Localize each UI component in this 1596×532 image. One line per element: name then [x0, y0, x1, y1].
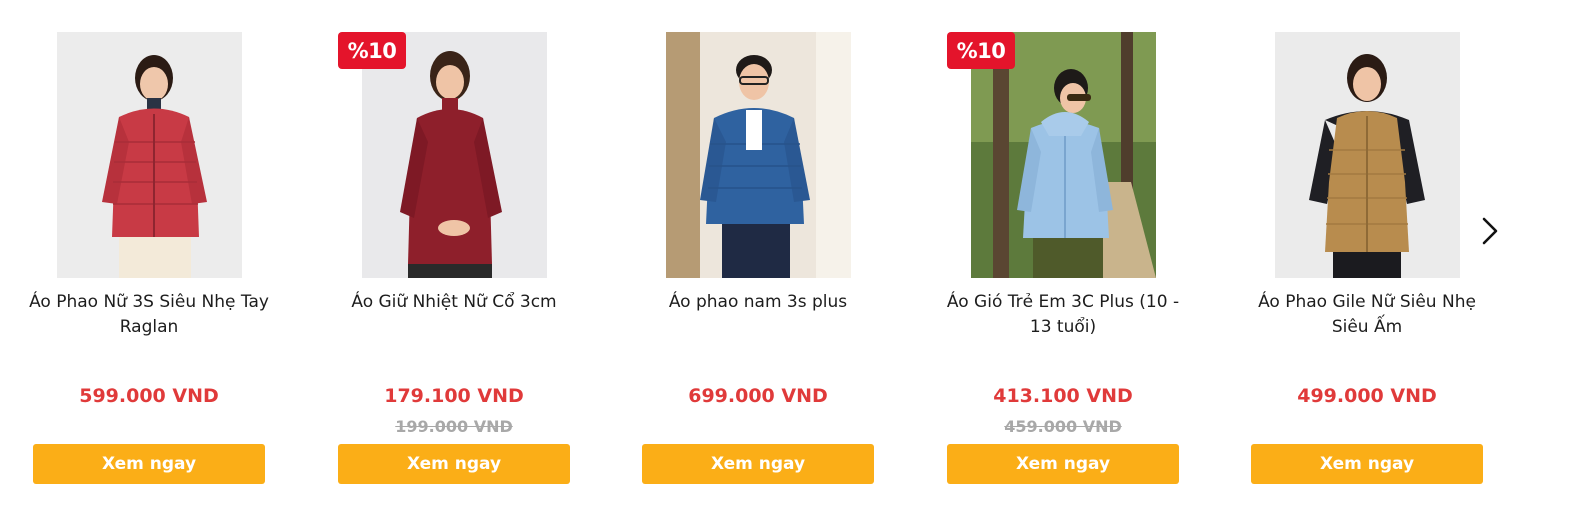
product-card[interactable]: Áo Phao Gile Nữ Siêu Nhẹ Siêu Ấm 499.000… — [1251, 0, 1483, 532]
view-now-button[interactable]: Xem ngay — [1251, 444, 1483, 484]
product-photo — [1275, 32, 1460, 278]
product-image[interactable] — [666, 32, 851, 278]
view-now-button[interactable]: Xem ngay — [642, 444, 874, 484]
view-now-button[interactable]: Xem ngay — [338, 444, 570, 484]
product-card[interactable]: %10 Áo Giữ Nhiệt Nữ Cổ 3cm 179.100 VND 1… — [338, 0, 570, 532]
view-now-button[interactable]: Xem ngay — [33, 444, 265, 484]
product-title[interactable]: Áo Phao Nữ 3S Siêu Nhẹ Tay Raglan — [27, 290, 271, 340]
product-price: 179.100 VND — [384, 385, 524, 407]
product-card[interactable]: %10 Áo Gió Trẻ Em 3C Plus (10 - 13 tuổi)… — [947, 0, 1179, 532]
carousel-next-button[interactable] — [1472, 212, 1506, 250]
product-price: 413.100 VND — [993, 385, 1133, 407]
product-original-price: 459.000 VND — [1004, 417, 1122, 436]
product-title[interactable]: Áo Phao Gile Nữ Siêu Nhẹ Siêu Ấm — [1245, 290, 1489, 340]
product-price: 699.000 VND — [688, 385, 828, 407]
product-image[interactable] — [57, 32, 242, 278]
discount-badge: %10 — [947, 32, 1015, 69]
product-price: 599.000 VND — [79, 385, 219, 407]
product-photo — [666, 32, 851, 278]
product-photo — [57, 32, 242, 278]
product-card[interactable]: Áo phao nam 3s plus 699.000 VND Xem ngay — [642, 0, 874, 532]
product-card[interactable]: Áo Phao Nữ 3S Siêu Nhẹ Tay Raglan 599.00… — [29, 0, 269, 532]
product-carousel: Áo Phao Nữ 3S Siêu Nhẹ Tay Raglan 599.00… — [0, 0, 1596, 532]
product-original-price: 199.000 VND — [395, 417, 513, 436]
chevron-right-icon — [1482, 217, 1498, 245]
view-now-button[interactable]: Xem ngay — [947, 444, 1179, 484]
discount-badge: %10 — [338, 32, 406, 69]
product-price: 499.000 VND — [1297, 385, 1437, 407]
product-title[interactable]: Áo phao nam 3s plus — [636, 290, 880, 315]
product-image[interactable] — [1275, 32, 1460, 278]
product-title[interactable]: Áo Gió Trẻ Em 3C Plus (10 - 13 tuổi) — [941, 290, 1185, 340]
product-title[interactable]: Áo Giữ Nhiệt Nữ Cổ 3cm — [332, 290, 576, 315]
